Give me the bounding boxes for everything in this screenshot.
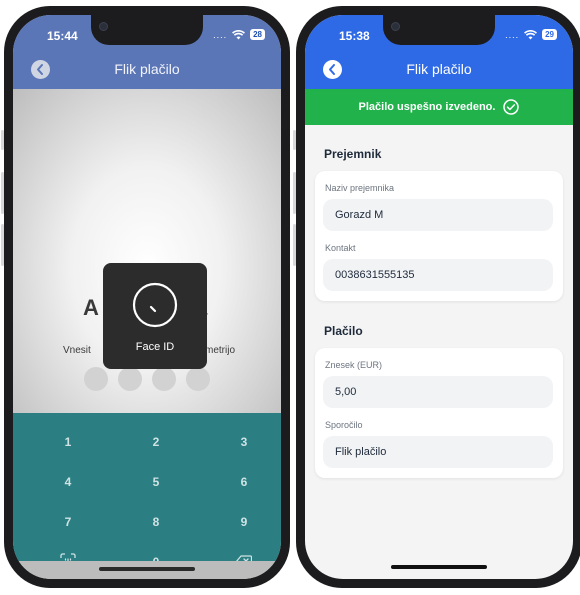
right-phone: 15:38 .... 29 Flik plačilo Plačilo uspeš… bbox=[293, 6, 580, 588]
notch bbox=[383, 15, 495, 45]
camera-icon bbox=[391, 22, 400, 31]
status-time: 15:38 bbox=[339, 29, 370, 43]
pin-dots bbox=[13, 367, 281, 391]
volume-up-button bbox=[293, 172, 296, 214]
payment-card: Znesek (EUR) 5,00 Sporočilo Flik plačilo bbox=[315, 348, 563, 478]
navbar: Flik plačilo bbox=[305, 51, 573, 89]
notch bbox=[91, 15, 203, 45]
recipient-card: Naziv prejemnika Gorazd M Kontakt 003863… bbox=[315, 171, 563, 301]
contact-label: Kontakt bbox=[325, 243, 356, 253]
home-indicator[interactable] bbox=[391, 565, 487, 569]
recipient-name-field: Gorazd M bbox=[323, 199, 553, 231]
wifi-icon bbox=[232, 29, 246, 40]
key-4[interactable]: 4 bbox=[23, 475, 113, 489]
volume-down-button bbox=[293, 224, 296, 266]
amount-label: Znesek (EUR) bbox=[325, 360, 383, 370]
auth-subtitle-right: metrijo bbox=[205, 345, 236, 356]
wifi-icon bbox=[524, 29, 538, 40]
home-indicator[interactable] bbox=[99, 567, 195, 571]
key-2[interactable]: 2 bbox=[111, 435, 201, 449]
success-banner: Plačilo uspešno izvedeno. bbox=[305, 89, 573, 125]
battery-indicator: 28 bbox=[250, 29, 265, 40]
check-circle-icon bbox=[503, 99, 520, 115]
left-phone: 15:44 .... 28 Flik plačilo A a Vnesit me… bbox=[1, 6, 290, 588]
key-9[interactable]: 9 bbox=[199, 515, 281, 529]
pin-dot bbox=[186, 367, 210, 391]
battery-indicator: 29 bbox=[542, 29, 557, 40]
right-screen: 15:38 .... 29 Flik plačilo Plačilo uspeš… bbox=[305, 15, 573, 579]
pin-dot bbox=[152, 367, 176, 391]
keypad: 1 2 3 4 5 6 7 8 9 0 bbox=[13, 413, 281, 573]
section-title-payment: Plačilo bbox=[324, 324, 363, 338]
volume-up-button bbox=[1, 172, 4, 214]
message-label: Sporočilo bbox=[325, 420, 363, 430]
face-id-overlay: Face ID bbox=[103, 263, 207, 369]
face-id-label: Face ID bbox=[135, 341, 175, 353]
mute-switch bbox=[293, 130, 296, 150]
page-title: Flik plačilo bbox=[406, 61, 472, 77]
auth-title-left: A bbox=[83, 295, 99, 320]
page-title: Flik plačilo bbox=[114, 61, 180, 77]
key-7[interactable]: 7 bbox=[23, 515, 113, 529]
mute-switch bbox=[1, 130, 4, 150]
camera-icon bbox=[99, 22, 108, 31]
key-6[interactable]: 6 bbox=[199, 475, 281, 489]
amount-field: 5,00 bbox=[323, 376, 553, 408]
key-8[interactable]: 8 bbox=[111, 515, 201, 529]
face-id-spinner-icon bbox=[132, 282, 178, 328]
left-screen: 15:44 .... 28 Flik plačilo A a Vnesit me… bbox=[13, 15, 281, 579]
signal-icon: .... bbox=[505, 29, 520, 40]
volume-down-button bbox=[1, 224, 4, 266]
key-1[interactable]: 1 bbox=[23, 435, 113, 449]
contact-field: 0038631555135 bbox=[323, 259, 553, 291]
key-3[interactable]: 3 bbox=[199, 435, 281, 449]
success-text: Plačilo uspešno izvedeno. bbox=[358, 101, 496, 113]
signal-icon: .... bbox=[213, 29, 228, 40]
pin-dot bbox=[118, 367, 142, 391]
status-time: 15:44 bbox=[47, 29, 78, 43]
pin-dot bbox=[84, 367, 108, 391]
auth-subtitle-left: Vnesit bbox=[63, 345, 91, 356]
recipient-name-label: Naziv prejemnika bbox=[325, 183, 395, 193]
message-field: Flik plačilo bbox=[323, 436, 553, 468]
navbar: Flik plačilo bbox=[13, 51, 281, 89]
key-5[interactable]: 5 bbox=[111, 475, 201, 489]
section-title-recipient: Prejemnik bbox=[324, 147, 382, 161]
